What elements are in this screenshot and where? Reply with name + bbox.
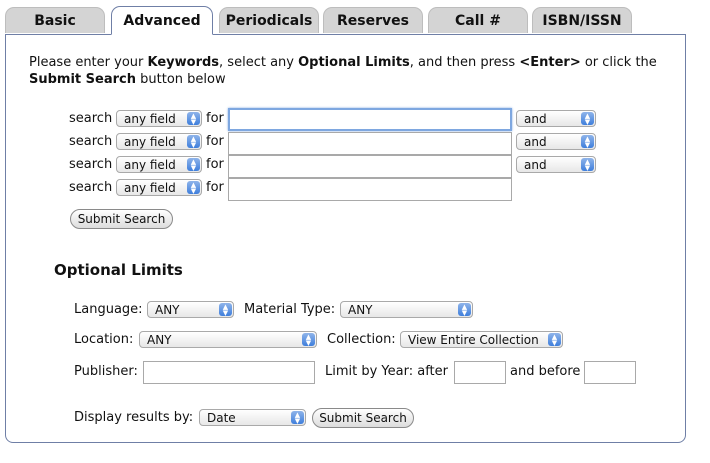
submit-search-button[interactable]: Submit Search xyxy=(70,209,173,229)
material-type-label: Material Type: xyxy=(244,302,336,317)
search-label: search xyxy=(69,134,113,149)
year-after-input[interactable] xyxy=(454,361,506,384)
search-term-input[interactable] xyxy=(228,178,512,201)
for-label: for xyxy=(206,180,224,195)
publisher-label: Publisher: xyxy=(74,364,138,379)
location-label: Location: xyxy=(74,332,134,347)
year-before-input[interactable] xyxy=(584,361,636,384)
material-type-select[interactable]: ANY ▲ ▼ xyxy=(340,301,473,318)
search-label: search xyxy=(69,180,113,195)
collection-label: Collection: xyxy=(327,332,396,347)
optional-limits-heading: Optional Limits xyxy=(54,261,183,279)
for-label: for xyxy=(206,111,224,126)
select-arrows-icon: ▲ ▼ xyxy=(581,112,594,125)
tab-advanced[interactable]: Advanced xyxy=(111,6,213,35)
select-arrows-icon: ▲ ▼ xyxy=(187,181,200,194)
select-arrows-icon: ▲ ▼ xyxy=(581,158,594,171)
publisher-input[interactable] xyxy=(143,361,315,384)
sort-select[interactable]: Date ▲ ▼ xyxy=(199,409,306,426)
boolean-operator-select[interactable]: and ▲ ▼ xyxy=(516,110,596,127)
boolean-operator-select[interactable]: and ▲ ▼ xyxy=(516,133,596,150)
select-arrows-icon: ▲ ▼ xyxy=(187,158,200,171)
for-label: for xyxy=(206,157,224,172)
select-arrows-icon: ▲ ▼ xyxy=(291,411,304,424)
display-results-label: Display results by: xyxy=(74,410,194,425)
select-arrows-icon: ▲ ▼ xyxy=(219,303,232,316)
submit-search-button-bottom[interactable]: Submit Search xyxy=(312,408,414,428)
select-arrows-icon: ▲ ▼ xyxy=(302,333,315,346)
field-select[interactable]: any field ▲ ▼ xyxy=(116,133,202,150)
search-term-input[interactable] xyxy=(228,132,512,155)
field-select[interactable]: any field ▲ ▼ xyxy=(116,110,202,127)
search-term-input[interactable] xyxy=(228,108,512,131)
field-select[interactable]: any field ▲ ▼ xyxy=(116,156,202,173)
tab-periodicals[interactable]: Periodicals xyxy=(219,7,319,33)
select-arrows-icon: ▲ ▼ xyxy=(187,135,200,148)
location-select[interactable]: ANY ▲ ▼ xyxy=(139,331,317,348)
language-label: Language: xyxy=(74,302,143,317)
select-arrows-icon: ▲ ▼ xyxy=(458,303,471,316)
search-term-input[interactable] xyxy=(228,155,512,178)
limit-by-year-label: Limit by Year: after xyxy=(325,364,448,379)
collection-select[interactable]: View Entire Collection ▲ ▼ xyxy=(400,331,563,348)
search-label: search xyxy=(69,111,113,126)
tab-reserves[interactable]: Reserves xyxy=(323,7,423,33)
instructions-text: Please enter your Keywords, select any O… xyxy=(29,55,657,87)
select-arrows-icon: ▲ ▼ xyxy=(581,135,594,148)
boolean-operator-select[interactable]: and ▲ ▼ xyxy=(516,156,596,173)
select-arrows-icon: ▲ ▼ xyxy=(187,112,200,125)
language-select[interactable]: ANY ▲ ▼ xyxy=(147,301,234,318)
field-select[interactable]: any field ▲ ▼ xyxy=(116,179,202,196)
select-arrows-icon: ▲ ▼ xyxy=(548,333,561,346)
search-label: search xyxy=(69,157,113,172)
tab-isbn-issn[interactable]: ISBN/ISSN xyxy=(532,7,632,33)
and-before-label: and before xyxy=(510,364,581,379)
tab-basic[interactable]: Basic xyxy=(5,7,105,33)
tab-call-number[interactable]: Call # xyxy=(428,7,528,33)
for-label: for xyxy=(206,134,224,149)
